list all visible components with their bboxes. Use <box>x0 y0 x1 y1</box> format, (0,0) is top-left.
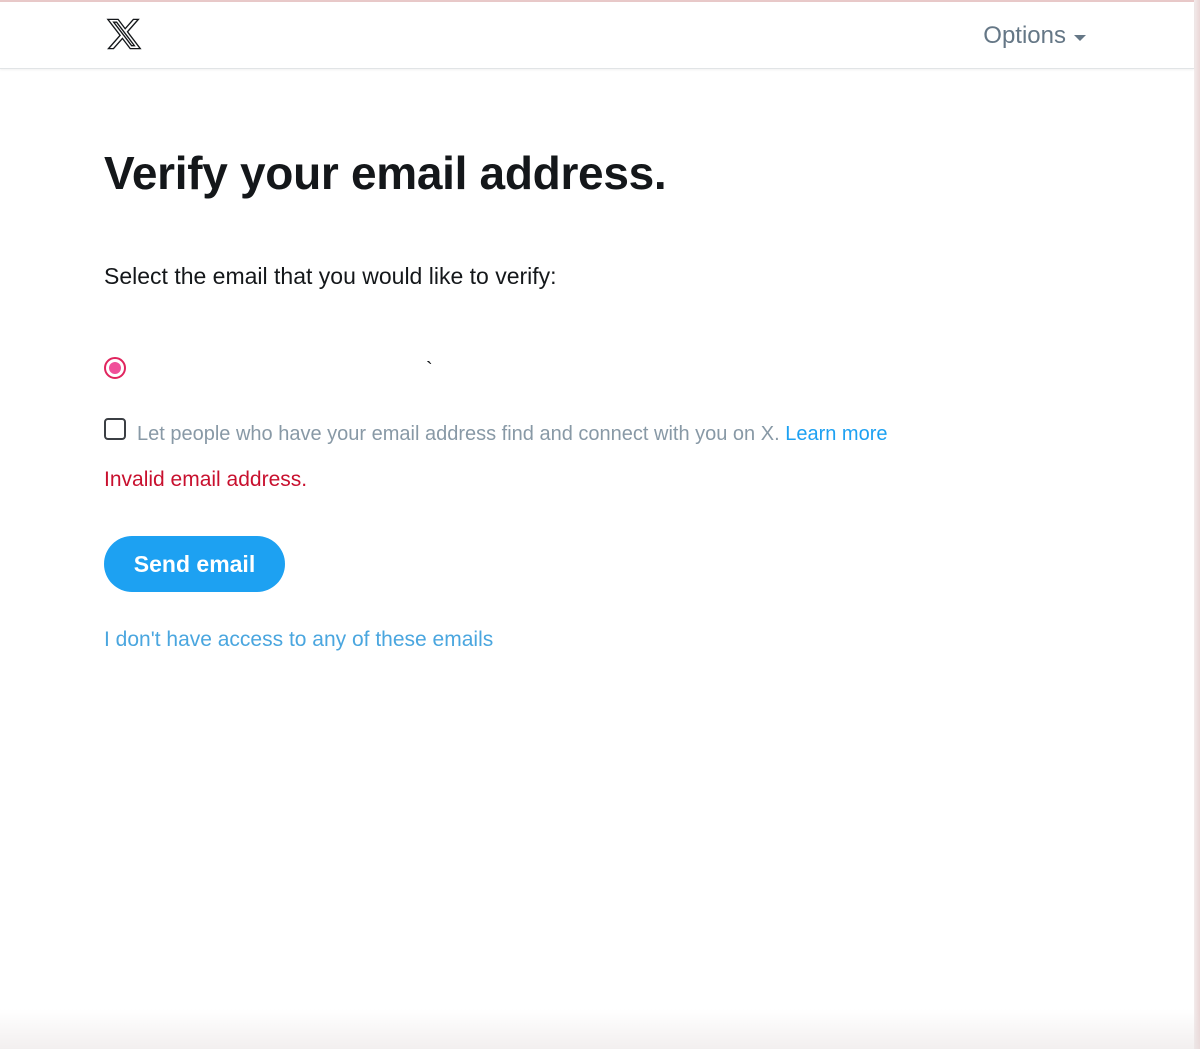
page-frame: Options Verify your email address. Selec… <box>0 0 1200 1049</box>
x-logo-icon[interactable] <box>105 16 143 52</box>
send-email-button[interactable]: Send email <box>104 536 285 592</box>
error-message: Invalid email address. <box>104 468 308 491</box>
radio-selected-dot <box>109 362 121 374</box>
email-option-text: ` <box>426 359 433 381</box>
discoverability-label: Let people who have your email address f… <box>137 423 887 446</box>
window-right-edge <box>1194 0 1200 1049</box>
email-option-label[interactable] <box>140 356 440 380</box>
options-menu[interactable]: Options <box>983 22 1086 50</box>
bottom-shadow <box>0 1009 1200 1049</box>
learn-more-link[interactable]: Learn more <box>785 423 887 445</box>
caret-down-icon[interactable] <box>1074 34 1086 41</box>
email-radio-button[interactable] <box>104 357 126 379</box>
select-email-prompt: Select the email that you would like to … <box>104 263 557 289</box>
discoverability-text: Let people who have your email address f… <box>137 423 780 445</box>
options-label[interactable]: Options <box>983 22 1066 50</box>
discoverability-checkbox[interactable] <box>104 418 126 440</box>
no-access-link[interactable]: I don't have access to any of these emai… <box>104 628 493 652</box>
page-title: Verify your email address. <box>104 147 667 199</box>
top-bar: Options <box>0 2 1194 69</box>
